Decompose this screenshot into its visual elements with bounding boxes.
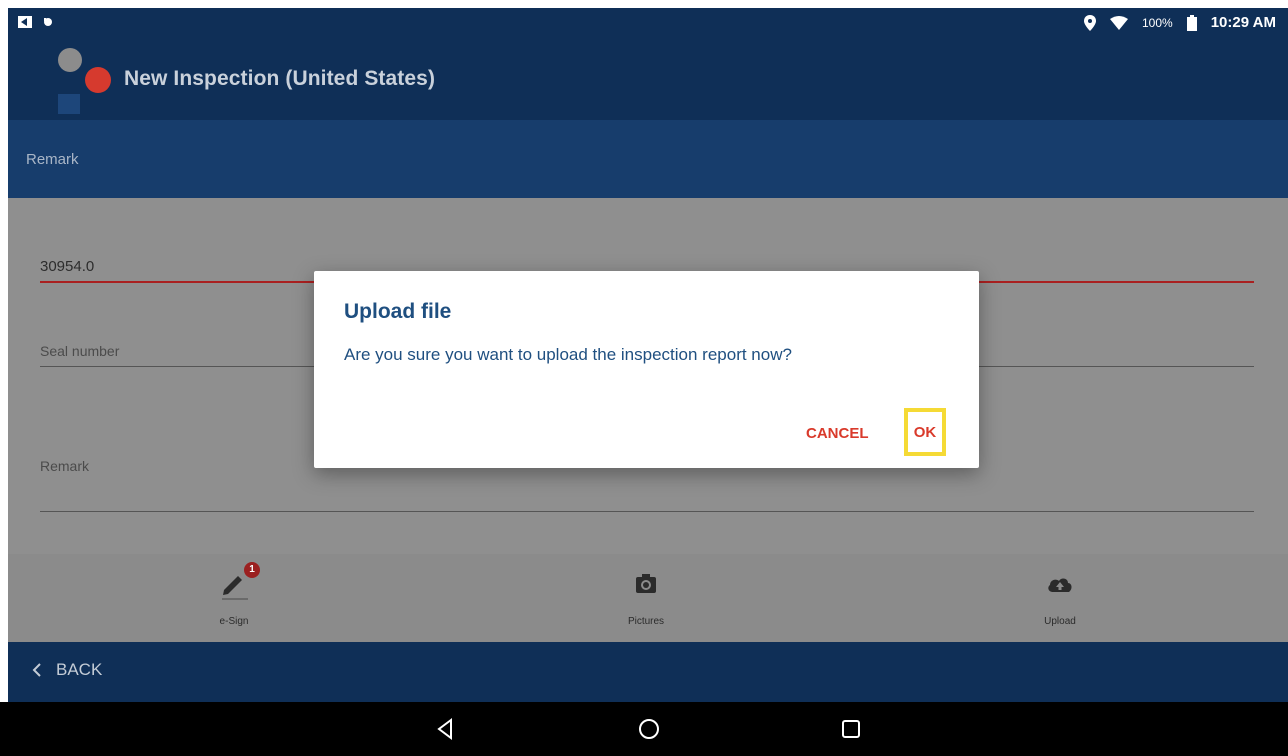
ok-button[interactable]: OK (904, 408, 946, 456)
cloud-upload-icon (1048, 578, 1072, 592)
remark-underline (40, 511, 1254, 512)
camera-icon (636, 574, 656, 593)
tab-pictures-label: Pictures (627, 616, 665, 627)
back-bar: BACK (8, 642, 1288, 702)
notification-icon (18, 16, 32, 28)
nav-recents-icon[interactable] (836, 714, 866, 744)
app-bar: New Inspection (United States) (8, 38, 1288, 120)
android-icon (44, 18, 52, 26)
system-nav-bar (0, 702, 1288, 756)
location-icon (1083, 14, 1096, 31)
chevron-left-icon (32, 663, 41, 677)
section-bar: Remark (8, 120, 1288, 198)
tab-upload-label: Upload (1044, 616, 1076, 627)
app-title: New Inspection (United States) (124, 67, 436, 90)
remark-placeholder: Remark (40, 458, 90, 474)
tab-upload[interactable]: Upload (960, 554, 1160, 642)
upload-dialog: Upload file Are you sure you want to upl… (314, 271, 979, 468)
tab-e-sign[interactable]: 1 e-Sign (134, 554, 334, 642)
number-field-value: 30954.0 (40, 258, 95, 275)
section-title: Remark (26, 151, 79, 168)
back-label: BACK (56, 660, 103, 679)
seal-number-placeholder: Seal number (40, 343, 120, 359)
nav-home-icon[interactable] (634, 714, 664, 744)
tab-pictures[interactable]: Pictures (546, 554, 746, 642)
top-strip (0, 0, 1288, 8)
battery-icon (1186, 14, 1197, 31)
wifi-icon (1109, 15, 1128, 30)
battery-percent: 100% (1141, 15, 1173, 30)
cancel-button[interactable]: CANCEL (800, 421, 875, 446)
status-bar: 100% 10:29 AM (8, 8, 1288, 38)
dialog-message: Are you sure you want to upload the insp… (344, 345, 792, 364)
tab-e-sign-label: e-Sign (219, 616, 249, 627)
back-button[interactable]: BACK (32, 660, 102, 680)
nav-back-icon[interactable] (430, 714, 460, 744)
dialog-title: Upload file (344, 300, 452, 323)
e-sign-badge: 1 (244, 562, 260, 578)
bottom-tab-bar: 1 e-Sign Pictures Upload (8, 554, 1288, 642)
clock: 10:29 AM (1210, 14, 1276, 31)
app-logo (58, 48, 111, 114)
